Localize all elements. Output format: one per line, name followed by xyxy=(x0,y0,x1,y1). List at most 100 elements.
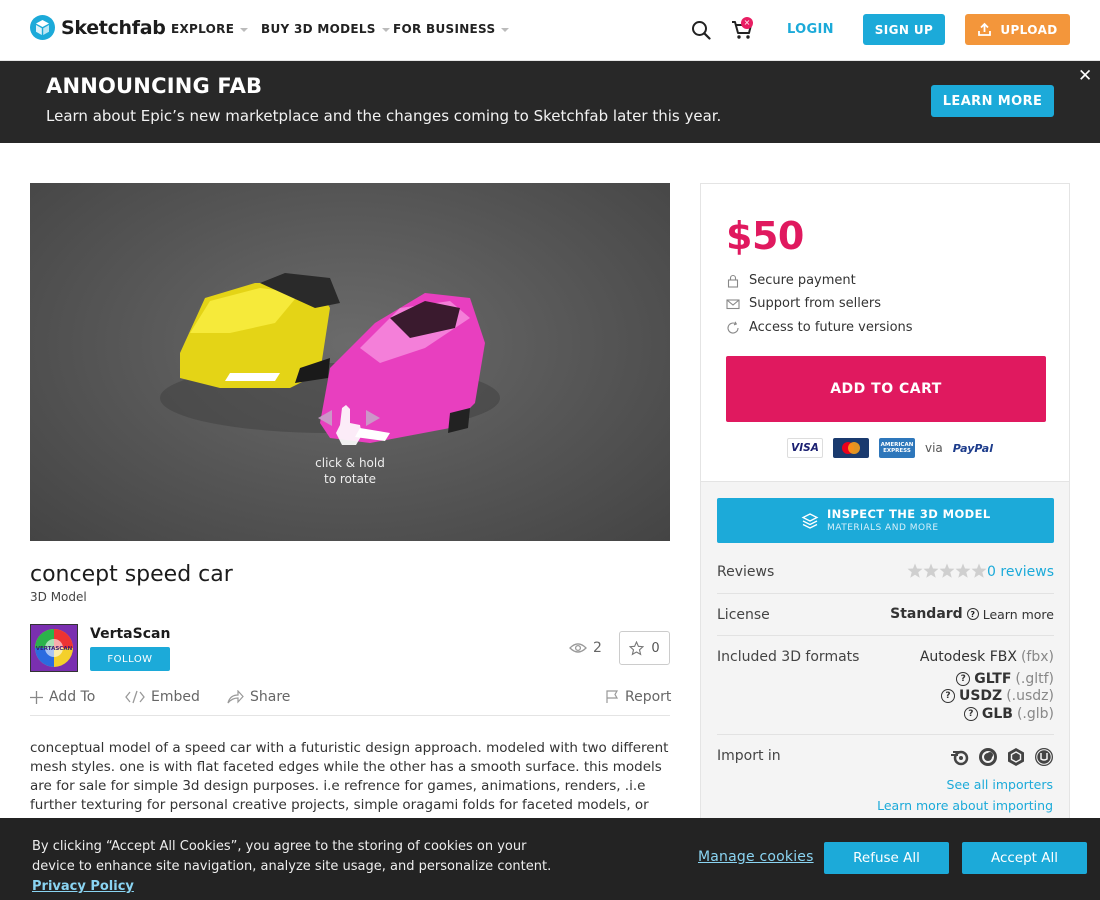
learn-more-button[interactable]: LEARN MORE xyxy=(931,85,1054,117)
paypal-logo: PayPal xyxy=(952,441,993,455)
add-to-button[interactable]: Add To xyxy=(30,689,95,705)
perk-secure-label: Secure payment xyxy=(749,273,856,288)
learn-importing-link[interactable]: Learn more about importing xyxy=(877,798,1053,813)
format-gltf-ext: (.gltf) xyxy=(1015,671,1054,687)
views-value: 2 xyxy=(593,640,602,656)
flag-icon xyxy=(606,690,619,703)
format-glb-name: GLB xyxy=(981,706,1013,722)
rotate-hint: click & hold to rotate xyxy=(310,455,390,487)
manage-cookies-link[interactable]: Manage cookies xyxy=(698,849,814,865)
search-icon[interactable] xyxy=(691,20,711,40)
model-title: concept speed car xyxy=(30,562,233,587)
likes-value: 0 xyxy=(651,640,660,656)
yellow-car-render xyxy=(180,273,340,388)
avatar-image: VERTASCAN xyxy=(31,625,77,671)
share-icon xyxy=(227,690,244,704)
menu-for-business[interactable]: FOR BUSINESS xyxy=(393,22,510,36)
license-learn-more[interactable]: Learn more xyxy=(983,607,1054,622)
brand-name: Sketchfab xyxy=(61,16,166,39)
format-fbx: Autodesk FBX (fbx) xyxy=(920,649,1054,665)
add-to-cart-button[interactable]: ADD TO CART xyxy=(726,356,1046,422)
embed-button[interactable]: Embed xyxy=(125,689,200,705)
sketchfab-logo-icon xyxy=(30,15,55,40)
inspect-title: INSPECT THE 3D MODEL xyxy=(827,507,991,521)
model-type: 3D Model xyxy=(30,590,87,604)
model-description: conceptual model of a speed car with a f… xyxy=(30,740,669,813)
reviews-label: Reviews xyxy=(717,564,775,580)
blender-icon[interactable] xyxy=(950,747,970,767)
question-icon[interactable]: ? xyxy=(963,707,978,721)
mastercard-icon xyxy=(842,442,860,454)
rating-stars xyxy=(907,563,987,579)
reviews-row: Reviews 0 reviews xyxy=(717,563,1054,594)
cinema4d-icon[interactable] xyxy=(978,747,998,767)
eye-icon xyxy=(569,643,587,653)
envelope-icon xyxy=(726,298,740,309)
format-glb-ext: (.glb) xyxy=(1016,706,1054,722)
model-render xyxy=(160,273,500,445)
see-all-importers-link[interactable]: See all importers xyxy=(947,777,1053,792)
follow-button[interactable]: FOLLOW xyxy=(90,647,170,671)
upload-label: UPLOAD xyxy=(1000,22,1058,37)
menu-buy-label: BUY 3D MODELS xyxy=(261,22,376,36)
question-icon[interactable]: ? xyxy=(940,689,955,703)
announcement-text: Learn about Epic’s new marketplace and t… xyxy=(46,107,722,125)
upload-icon xyxy=(978,22,992,36)
question-icon[interactable]: ? xyxy=(956,672,971,686)
lock-icon xyxy=(727,274,739,288)
amex-logo: AMERICAN EXPRESS xyxy=(879,438,915,458)
refresh-icon xyxy=(727,321,739,334)
chevron-down-icon xyxy=(240,27,249,32)
payment-methods: VISA AMERICAN EXPRESS via PayPal xyxy=(787,438,993,458)
code-icon xyxy=(125,690,145,704)
formats-row: Included 3D formats Autodesk FBX (fbx) ?… xyxy=(717,648,1054,735)
import-label: Import in xyxy=(717,748,781,764)
mastercard-logo xyxy=(833,438,869,458)
menu-buy-3d-models[interactable]: BUY 3D MODELS xyxy=(261,22,390,36)
perk-updates-label: Access to future versions xyxy=(749,320,913,335)
question-icon: ? xyxy=(966,608,979,620)
purchase-card: $50 Secure payment Support from sellers … xyxy=(700,183,1070,482)
layers-icon xyxy=(801,513,819,529)
sketchfab-logo[interactable]: Sketchfab xyxy=(30,15,166,40)
perk-support: Support from sellers xyxy=(726,296,881,311)
report-label: Report xyxy=(625,689,672,705)
close-icon[interactable]: ✕ xyxy=(1078,66,1092,86)
menu-business-label: FOR BUSINESS xyxy=(393,22,496,36)
login-link[interactable]: LOGIN xyxy=(787,22,834,37)
rotate-hint-line1: click & hold xyxy=(315,456,385,470)
perk-updates: Access to future versions xyxy=(726,320,913,335)
report-button[interactable]: Report xyxy=(605,689,671,705)
cookie-banner: By clicking “Accept All Cookies”, you ag… xyxy=(0,818,1100,900)
upload-button[interactable]: UPLOAD xyxy=(965,14,1070,45)
price: $50 xyxy=(726,214,804,258)
avatar-text: VERTASCAN xyxy=(36,646,73,652)
accept-all-button[interactable]: Accept All xyxy=(962,842,1087,874)
author-name[interactable]: VertaScan xyxy=(90,626,170,642)
star-icon xyxy=(629,640,645,656)
license-value: Standard ? Learn more xyxy=(890,606,1054,622)
share-button[interactable]: Share xyxy=(227,689,290,705)
avatar[interactable]: VERTASCAN xyxy=(30,624,78,672)
model-viewer[interactable]: click & hold to rotate xyxy=(30,183,670,541)
menu-explore[interactable]: EXPLORE xyxy=(171,22,249,36)
view-count: 2 xyxy=(569,640,602,656)
cookie-text: By clicking “Accept All Cookies”, you ag… xyxy=(32,839,552,874)
menu-explore-label: EXPLORE xyxy=(171,22,235,36)
reviews-link[interactable]: 0 reviews xyxy=(987,564,1054,580)
announcement-banner: ANNOUNCING FAB Learn about Epic’s new ma… xyxy=(0,61,1100,143)
format-gltf-name: GLTF xyxy=(974,671,1012,687)
importer-icons xyxy=(950,747,1054,767)
unity-icon[interactable] xyxy=(1006,747,1026,767)
signup-button[interactable]: SIGN UP xyxy=(863,14,945,45)
privacy-policy-link[interactable]: Privacy Policy xyxy=(32,879,134,894)
inspect-model-button[interactable]: INSPECT THE 3D MODEL MATERIALS AND MORE xyxy=(717,498,1054,543)
perk-secure: Secure payment xyxy=(726,273,856,288)
refuse-all-button[interactable]: Refuse All xyxy=(824,842,949,874)
unreal-icon[interactable] xyxy=(1034,747,1054,767)
inspect-subtitle: MATERIALS AND MORE xyxy=(827,523,939,533)
format-gltf: ? GLTF (.gltf) xyxy=(956,671,1054,687)
import-row: Import in xyxy=(717,747,1054,777)
license-name[interactable]: Standard xyxy=(890,606,963,622)
like-button[interactable]: 0 xyxy=(619,631,670,665)
